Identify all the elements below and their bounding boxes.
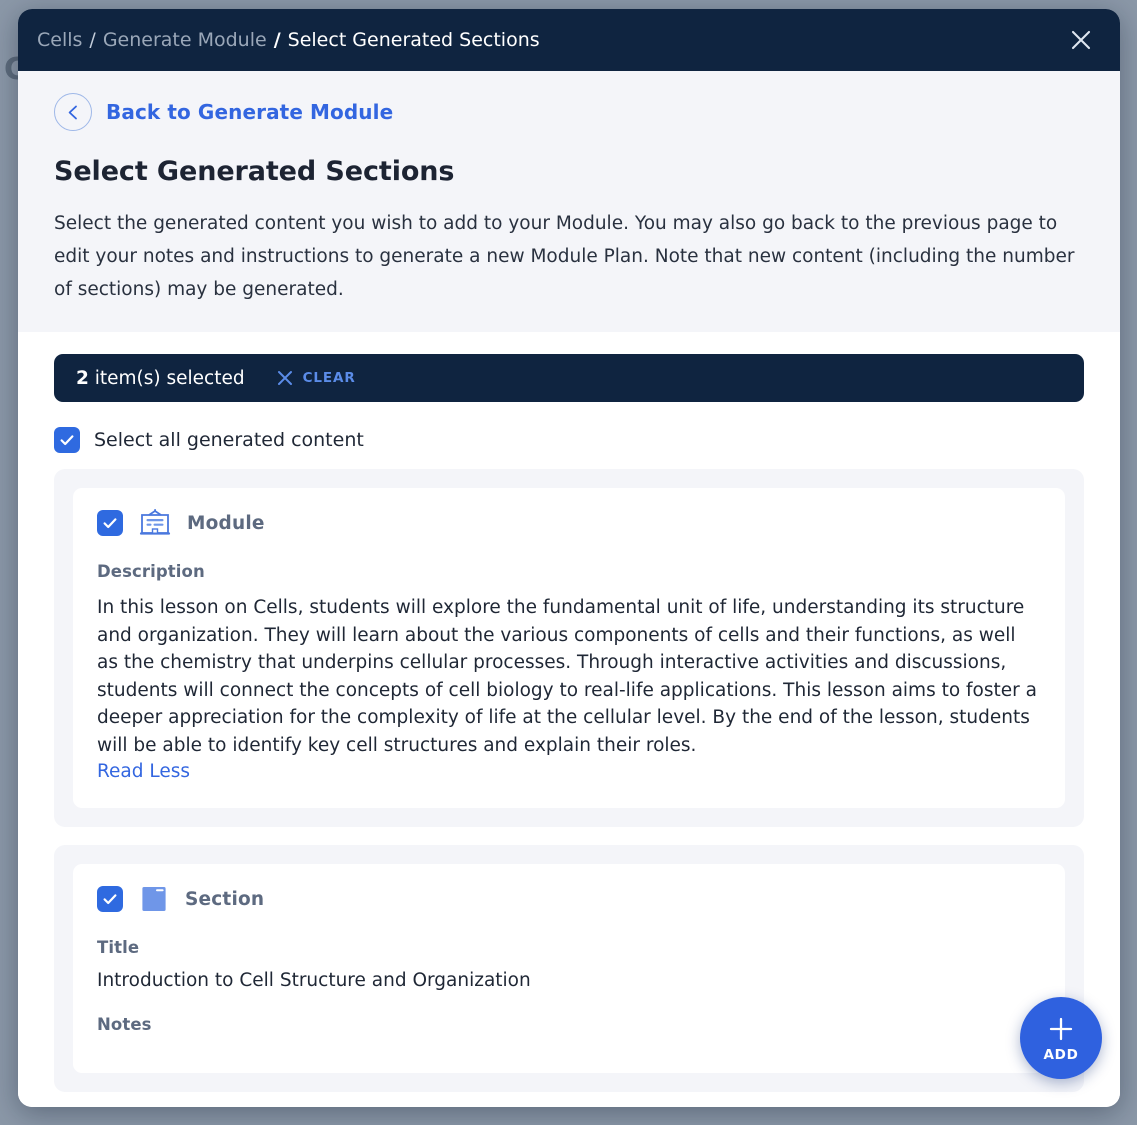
card-type-label: Section (185, 888, 265, 910)
field-label-description: Description (97, 562, 205, 581)
module-board-icon (139, 509, 171, 535)
card-inner: Section Title Introduction to Cell Struc… (73, 864, 1065, 1073)
intro-section: Back to Generate Module Select Generated… (18, 71, 1120, 332)
select-generated-sections-modal: Cells / Generate Module / Select Generat… (18, 9, 1120, 1107)
add-button-label: ADD (1043, 1047, 1079, 1063)
breadcrumb: Cells / Generate Module / Select Generat… (37, 29, 540, 51)
generated-item-card-section: Section Title Introduction to Cell Struc… (54, 845, 1084, 1092)
card-type-label: Module (187, 512, 265, 534)
modal-header: Cells / Generate Module / Select Generat… (18, 9, 1120, 71)
read-less-toggle[interactable]: Read Less (97, 761, 190, 782)
page-title: Select Generated Sections (54, 156, 455, 187)
close-modal-button[interactable] (1064, 23, 1098, 57)
plus-icon (1049, 1017, 1073, 1041)
card-header: Module (97, 508, 1041, 538)
select-all-row[interactable]: Select all generated content (54, 427, 1102, 453)
add-button[interactable]: ADD (1020, 997, 1102, 1079)
card-inner: Module Description In this lesson on Cel… (73, 488, 1065, 808)
breadcrumb-separator: / (89, 29, 96, 51)
check-icon (60, 435, 74, 446)
check-icon (103, 518, 117, 529)
breadcrumb-separator: / (273, 29, 281, 51)
close-icon (277, 371, 292, 385)
selected-count-text: 2 item(s) selected (76, 368, 245, 389)
back-link-label: Back to Generate Module (106, 100, 394, 124)
close-icon (1071, 30, 1091, 50)
selection-summary-bar: 2 item(s) selected CLEAR (54, 354, 1084, 402)
field-value-description: In this lesson on Cells, students will e… (97, 597, 1037, 756)
selected-count-suffix: item(s) selected (94, 367, 245, 389)
field-label-notes: Notes (97, 1015, 152, 1034)
select-all-checkbox[interactable] (54, 427, 80, 453)
breadcrumb-item-cells[interactable]: Cells (37, 29, 82, 51)
breadcrumb-item-generate-module[interactable]: Generate Module (103, 29, 267, 51)
clear-label: CLEAR (302, 370, 356, 386)
clear-selection-button[interactable]: CLEAR (275, 368, 356, 388)
select-all-label: Select all generated content (94, 429, 364, 451)
back-icon-circle (54, 93, 92, 131)
folder-icon (142, 887, 166, 911)
chevron-left-icon (68, 105, 77, 119)
section-item-checkbox[interactable] (97, 886, 123, 912)
module-item-checkbox[interactable] (97, 510, 123, 536)
field-label-title: Title (97, 938, 140, 957)
selected-count-number: 2 (76, 367, 89, 389)
field-value-title: Introduction to Cell Structure and Organ… (97, 970, 531, 991)
page-description: Select the generated content you wish to… (54, 213, 1075, 300)
breadcrumb-item-current: Select Generated Sections (287, 29, 540, 51)
back-to-generate-module-link[interactable]: Back to Generate Module (54, 93, 1084, 131)
modal-body: 2 item(s) selected CLEAR Select all gene… (18, 332, 1120, 1107)
check-icon (103, 894, 117, 905)
card-header: Section (97, 884, 1041, 914)
generated-item-card-module: Module Description In this lesson on Cel… (54, 469, 1084, 827)
